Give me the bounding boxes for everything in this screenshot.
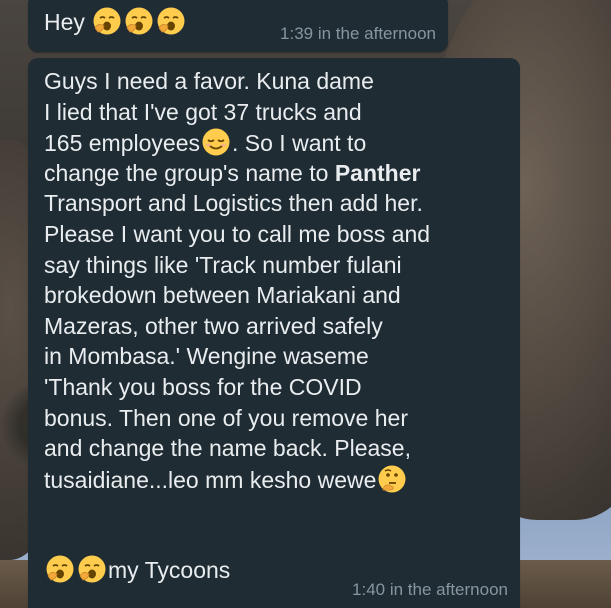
- relieved-face-icon: [201, 127, 231, 157]
- yawning-face-icon: [77, 554, 107, 584]
- yawning-face-icon: [92, 6, 122, 36]
- yawning-face-icon: [124, 6, 154, 36]
- message-bubble-incoming[interactable]: Guys I need a favor. Kuna dame I lied th…: [28, 58, 520, 608]
- yawning-face-icon: [156, 6, 186, 36]
- message-last-line: my Tycoons: [44, 554, 230, 584]
- message-timestamp: 1:40 in the afternoon: [352, 580, 508, 599]
- message-text: Guys I need a favor. Kuna dame I lied th…: [44, 68, 431, 494]
- message-timestamp: 1:39 in the afternoon: [280, 24, 436, 43]
- yawning-face-icon: [45, 554, 75, 584]
- message-text: Hey: [44, 6, 187, 38]
- thinking-face-icon: [377, 464, 407, 494]
- message-bubble-incoming[interactable]: Hey 1:39 in the afternoon: [28, 0, 448, 52]
